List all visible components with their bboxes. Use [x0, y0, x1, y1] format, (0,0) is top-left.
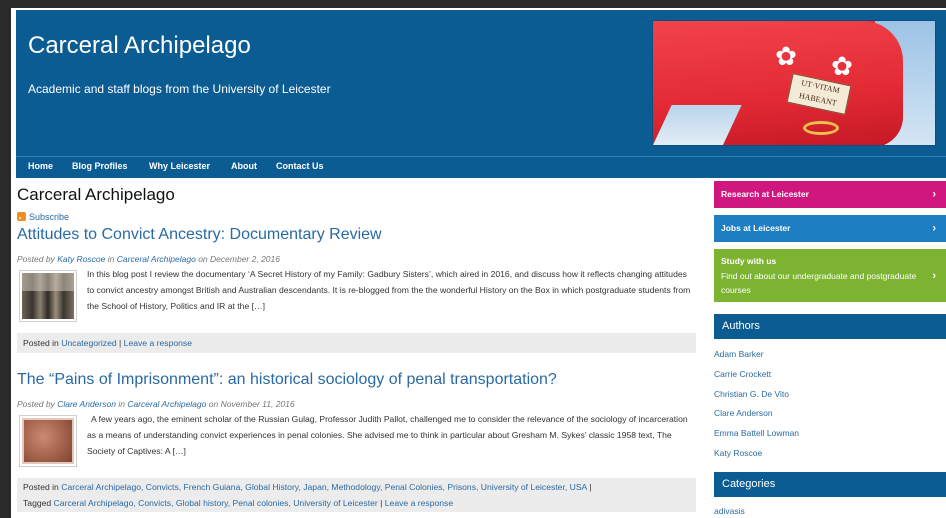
- authors-heading: Authors: [714, 314, 946, 339]
- post-meta: Posted by Katy Roscoe in Carceral Archip…: [17, 254, 280, 264]
- jobs-label: Jobs at Leicester: [721, 223, 791, 233]
- author-link[interactable]: Clare Anderson: [714, 408, 773, 418]
- post-footer: Posted in Carceral Archipelago, Convicts…: [17, 478, 696, 512]
- study-subtitle: Find out about our undergraduate and pos…: [721, 271, 917, 295]
- post-excerpt: In this blog post I review the documenta…: [87, 269, 691, 311]
- study-with-us-button[interactable]: Study with us Find out about our undergr…: [714, 249, 946, 302]
- foot-tagged: Tagged: [23, 498, 52, 508]
- thumbnail-image: [22, 418, 74, 464]
- post-date: December 2, 2016: [210, 254, 280, 264]
- meta-on: on: [208, 399, 219, 409]
- post-thumbnail[interactable]: [19, 270, 77, 322]
- thumbnail-image: [22, 273, 74, 319]
- post-author-link[interactable]: Katy Roscoe: [57, 254, 105, 264]
- author-link[interactable]: Katy Roscoe: [714, 448, 762, 458]
- author-link[interactable]: Christian G. De Vito: [714, 389, 789, 399]
- research-label: Research at Leicester: [721, 189, 809, 199]
- subscribe-label: Subscribe: [29, 212, 70, 222]
- post-excerpt: A few years ago, the eminent scholar of …: [87, 414, 688, 456]
- foot-tags-line: Tagged Carceral Archipelago, Convicts, G…: [23, 495, 690, 511]
- nav-why-leicester[interactable]: Why Leicester: [149, 161, 210, 171]
- leave-response-link[interactable]: Leave a response: [385, 498, 453, 508]
- foot-posted-in: Posted in: [23, 482, 59, 492]
- post-thumbnail[interactable]: [19, 415, 77, 467]
- post-footer: Posted in Uncategorized | Leave a respon…: [17, 333, 696, 353]
- meta-prefix: Posted by: [17, 254, 55, 264]
- nav-contact-us[interactable]: Contact Us: [276, 161, 324, 171]
- meta-in: in: [118, 399, 125, 409]
- meta-prefix: Posted by: [17, 399, 55, 409]
- post-author-link[interactable]: Clare Anderson: [57, 399, 116, 409]
- post-category-link[interactable]: Carceral Archipelago: [127, 399, 206, 409]
- post-title[interactable]: The “Pains of Imprisonment”: an historic…: [17, 371, 557, 389]
- foot-category-links[interactable]: Carceral Archipelago, Convicts, French G…: [61, 482, 587, 492]
- foot-separator: |: [589, 482, 592, 492]
- nav-about[interactable]: About: [231, 161, 257, 171]
- chevron-right-icon: ›: [932, 222, 936, 234]
- crown-icon: [803, 121, 839, 135]
- category-link[interactable]: adivasis: [714, 506, 745, 516]
- post-title[interactable]: Attitudes to Convict Ancestry: Documenta…: [17, 226, 382, 244]
- post-date: November 11, 2016: [220, 399, 295, 409]
- author-link[interactable]: Adam Barker: [714, 349, 764, 359]
- post-category-link[interactable]: Carceral Archipelago: [117, 254, 196, 264]
- categories-heading: Categories: [714, 472, 946, 497]
- rss-icon: [17, 212, 26, 221]
- foot-separator: |: [380, 498, 383, 508]
- foot-separator: |: [119, 338, 122, 348]
- research-at-leicester-button[interactable]: Research at Leicester ›: [714, 181, 946, 208]
- author-link[interactable]: Carrie Crockett: [714, 369, 771, 379]
- meta-on: on: [198, 254, 208, 264]
- leave-response-link[interactable]: Leave a response: [124, 338, 192, 348]
- foot-posted-in: Posted in: [23, 338, 59, 348]
- jobs-at-leicester-button[interactable]: Jobs at Leicester ›: [714, 215, 946, 242]
- meta-in: in: [107, 254, 115, 264]
- site-header: Carceral Archipelago Academic and staff …: [16, 10, 946, 156]
- main-nav: Home Blog Profiles Why Leicester About C…: [16, 156, 946, 178]
- study-title: Study with us: [721, 256, 777, 266]
- foot-category-link[interactable]: Uncategorized: [61, 338, 116, 348]
- site-title[interactable]: Carceral Archipelago: [28, 32, 251, 60]
- chevron-right-icon: ›: [932, 269, 936, 282]
- chevron-right-icon: ›: [932, 188, 936, 200]
- browser-viewport: Carceral Archipelago Academic and staff …: [11, 8, 946, 518]
- subscribe-link[interactable]: Subscribe: [17, 212, 69, 222]
- site-description: Academic and staff blogs from the Univer…: [28, 82, 331, 96]
- banner-image: ✿ ✿ UT·VITAM HABEANT: [652, 20, 936, 146]
- post-meta: Posted by Clare Anderson in Carceral Arc…: [17, 399, 295, 409]
- nav-home[interactable]: Home: [28, 161, 53, 171]
- rose-icon: ✿: [775, 41, 797, 71]
- foot-tag-links[interactable]: Carceral Archipelago, Convicts, Global h…: [54, 498, 378, 508]
- author-link[interactable]: Emma Battell Lowman: [714, 428, 799, 438]
- page-title: Carceral Archipelago: [17, 185, 175, 204]
- foot-categories-line: Posted in Carceral Archipelago, Convicts…: [23, 479, 690, 495]
- nav-blog-profiles[interactable]: Blog Profiles: [72, 161, 128, 171]
- rose-icon: ✿: [831, 51, 853, 81]
